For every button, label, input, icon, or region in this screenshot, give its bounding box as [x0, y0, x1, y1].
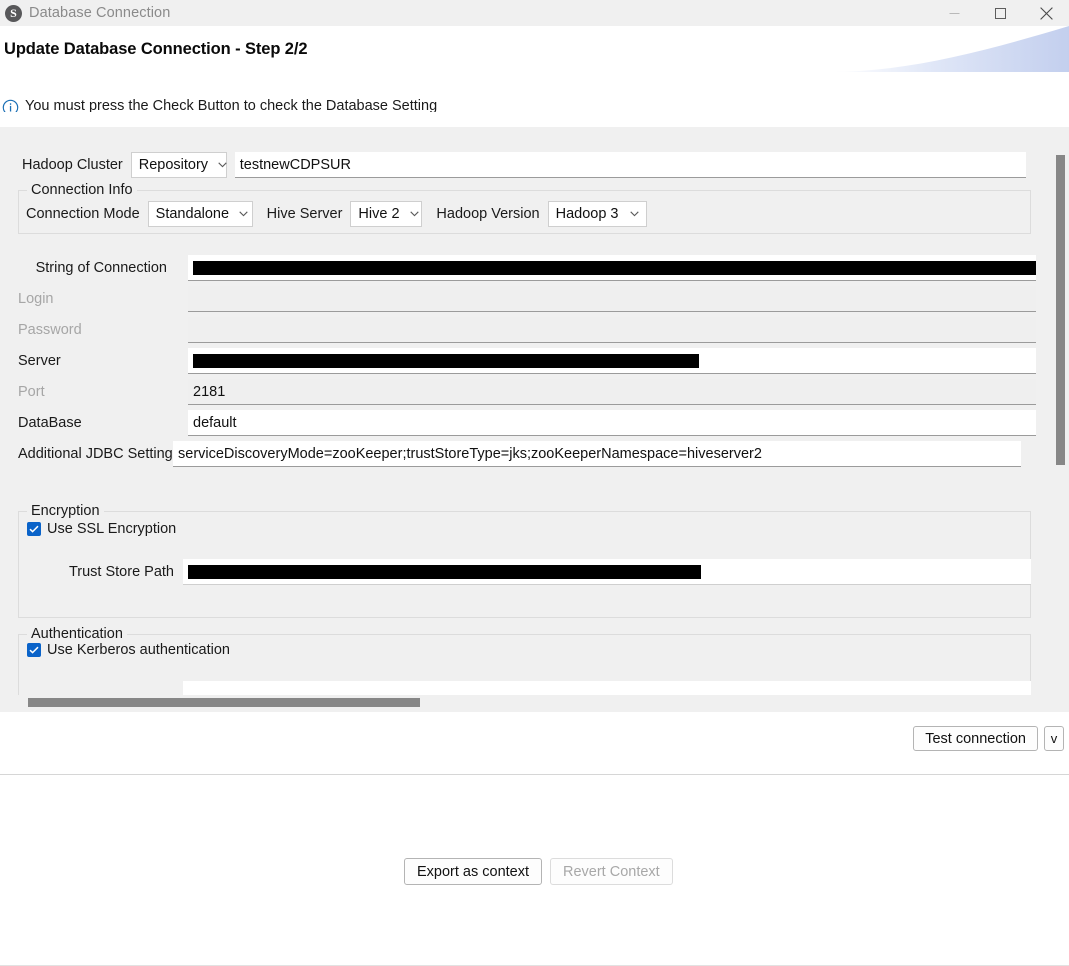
test-connection-dropdown-button[interactable]: v [1044, 726, 1064, 751]
encryption-group: Encryption Use SSL Encryption Trust Stor… [18, 503, 1031, 618]
hadoop-version-dropdown[interactable]: Hadoop 3 [547, 201, 647, 227]
dialog-footer: Export as context Revert Context [0, 775, 1069, 966]
use-kerberos-authentication-checkbox[interactable]: Use Kerberos authentication [27, 642, 230, 658]
field-row-string-of-connection: String of Connection [0, 254, 1036, 282]
form-scroll-viewport: Hadoop Cluster Repository testnewCDPSUR … [0, 127, 1069, 695]
header-decoration [789, 26, 1069, 72]
password-label: Password [18, 322, 82, 338]
additional-jdbc-settings-input[interactable]: serviceDiscoveryMode=zooKeeper;trustStor… [173, 441, 1021, 467]
clipped-field-input[interactable] [183, 681, 1031, 695]
use-ssl-encryption-checkbox[interactable]: Use SSL Encryption [27, 521, 176, 537]
login-input[interactable] [188, 286, 1036, 312]
test-connection-area: Test connection v [0, 712, 1069, 774]
hive-server-value: Hive 2 [358, 206, 400, 222]
redacted-value [193, 260, 1036, 275]
redacted-value [188, 564, 701, 579]
use-kerberos-authentication-label: Use Kerberos authentication [47, 642, 230, 658]
field-row-login: Login [0, 285, 1036, 313]
hive-server-dropdown[interactable]: Hive 2 [350, 201, 423, 227]
connection-info-group: Connection Info Connection Mode Standalo… [18, 182, 1031, 234]
login-label: Login [18, 291, 54, 307]
field-row-clipped [19, 680, 1031, 695]
app-logo-icon: S [5, 4, 22, 22]
field-row-server: Server [0, 347, 1036, 375]
field-row-database: DataBase default [0, 409, 1036, 437]
revert-context-button: Revert Context [550, 858, 673, 885]
hadoop-cluster-label: Hadoop Cluster [22, 157, 123, 173]
hadoop-version-value: Hadoop 3 [555, 206, 619, 222]
horizontal-scrollbar-thumb[interactable] [28, 698, 420, 707]
checkbox-checked-icon [27, 522, 41, 536]
maximize-icon[interactable] [977, 0, 1023, 26]
port-input[interactable]: 2181 [188, 379, 1036, 405]
test-connection-button[interactable]: Test connection [913, 726, 1038, 751]
connection-mode-label: Connection Mode [26, 206, 140, 222]
hint-message: You must press the Check Button to check… [2, 98, 437, 112]
close-icon[interactable] [1023, 0, 1069, 26]
chevron-down-icon [239, 211, 248, 217]
port-label: Port [18, 384, 45, 400]
hadoop-cluster-name-input[interactable]: testnewCDPSUR [234, 152, 1026, 178]
vertical-scrollbar[interactable] [1052, 127, 1069, 695]
export-as-context-button[interactable]: Export as context [404, 858, 543, 885]
vertical-scrollbar-thumb[interactable] [1056, 155, 1065, 465]
wizard-header: Update Database Connection - Step 2/2 Yo… [0, 26, 1069, 112]
trust-store-path-input[interactable] [183, 559, 1031, 585]
connection-mode-value: Standalone [155, 206, 230, 222]
server-input[interactable] [188, 348, 1036, 374]
window-title: Database Connection [29, 5, 171, 21]
server-label: Server [18, 353, 61, 369]
connection-info-title: Connection Info [27, 182, 137, 198]
field-row-trust-store-path: Trust Store Path [19, 558, 1031, 586]
hint-text: You must press the Check Button to check… [25, 98, 438, 112]
field-row-port: Port 2181 [0, 378, 1036, 406]
redacted-value [193, 353, 699, 368]
title-bar: S Database Connection [0, 0, 1069, 26]
trust-store-path-label: Trust Store Path [68, 564, 174, 580]
horizontal-scrollbar[interactable] [0, 695, 1069, 712]
password-input[interactable] [188, 317, 1036, 343]
minimize-icon[interactable] [931, 0, 977, 26]
encryption-title: Encryption [27, 503, 104, 519]
form-canvas: Hadoop Cluster Repository testnewCDPSUR … [0, 127, 1036, 695]
database-connection-window: S Database Connection Update Database Co… [0, 0, 1069, 966]
database-input[interactable]: default [188, 410, 1036, 436]
hadoop-cluster-mode-value: Repository [138, 157, 209, 173]
field-row-additional-jdbc-settings: Additional JDBC Settings serviceDiscover… [0, 440, 1021, 468]
chevron-down-icon [409, 211, 419, 217]
page-title: Update Database Connection - Step 2/2 [4, 40, 308, 58]
additional-jdbc-settings-label: Additional JDBC Settings [18, 446, 180, 462]
chevron-down-icon [218, 162, 227, 168]
hadoop-cluster-row: Hadoop Cluster Repository testnewCDPSUR [0, 151, 1026, 179]
database-label: DataBase [18, 415, 82, 431]
hadoop-cluster-mode-dropdown[interactable]: Repository [130, 152, 227, 178]
hadoop-version-label: Hadoop Version [436, 206, 540, 222]
connection-info-row: Connection Mode Standalone Hive Server H… [26, 201, 647, 227]
string-of-connection-label: String of Connection [35, 260, 167, 276]
checkbox-checked-icon [27, 643, 41, 657]
use-ssl-encryption-label: Use SSL Encryption [47, 521, 177, 537]
connection-mode-dropdown[interactable]: Standalone [147, 201, 253, 227]
window-controls [931, 0, 1069, 26]
authentication-title: Authentication [27, 626, 127, 642]
hive-server-label: Hive Server [266, 206, 343, 222]
authentication-group: Authentication Use Kerberos authenticati… [18, 626, 1031, 695]
field-row-password: Password [0, 316, 1036, 344]
chevron-down-icon [629, 211, 640, 217]
string-of-connection-input[interactable] [188, 255, 1036, 281]
info-icon [2, 99, 19, 112]
